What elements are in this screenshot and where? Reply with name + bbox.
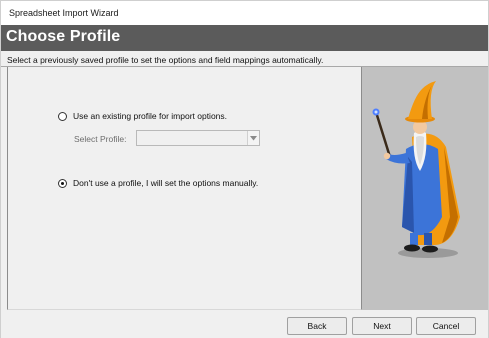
- wizard-header: Choose Profile: [1, 25, 488, 51]
- next-button[interactable]: Next: [352, 317, 412, 335]
- select-profile-dropdown[interactable]: [136, 130, 260, 146]
- chevron-down-icon[interactable]: [247, 131, 259, 145]
- back-button[interactable]: Back: [287, 317, 347, 335]
- use-existing-profile-label: Use an existing profile for import optio…: [73, 111, 228, 121]
- manual-options-radio[interactable]: [58, 178, 67, 188]
- wizard-footer: Back Next Cancel: [1, 310, 488, 338]
- wizard-illustration-icon: [372, 81, 460, 258]
- manual-options-option[interactable]: Don't use a profile, I will set the opti…: [58, 178, 258, 188]
- page-description: Select a previously saved profile to set…: [1, 51, 488, 67]
- title-bar: Spreadsheet Import Wizard: [1, 1, 488, 25]
- use-existing-profile-radio[interactable]: [58, 111, 67, 121]
- page-description-text: Select a previously saved profile to set…: [7, 55, 324, 65]
- wizard-illustration-panel: [362, 67, 488, 310]
- cancel-button[interactable]: Cancel: [416, 317, 476, 335]
- options-panel: Use an existing profile for import optio…: [7, 67, 362, 310]
- window-title: Spreadsheet Import Wizard: [9, 8, 119, 18]
- page-title: Choose Profile: [6, 28, 121, 45]
- use-existing-profile-option[interactable]: Use an existing profile for import optio…: [58, 111, 227, 121]
- import-wizard-window: Spreadsheet Import Wizard Choose Profile…: [0, 0, 489, 338]
- manual-options-label: Don't use a profile, I will set the opti…: [73, 178, 259, 188]
- select-profile-label: Select Profile:: [74, 134, 127, 144]
